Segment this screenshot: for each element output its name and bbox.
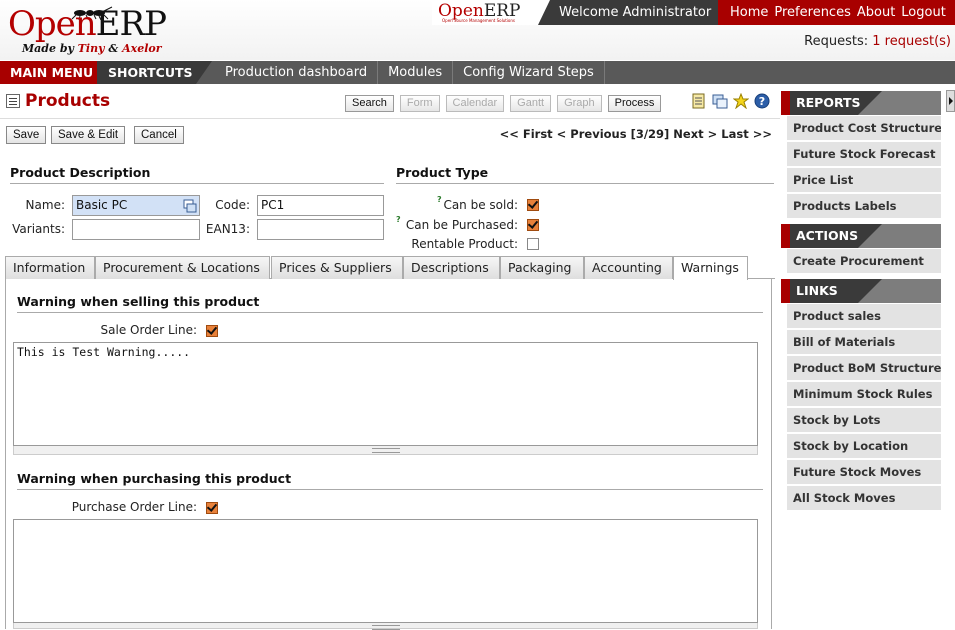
- section-purchasing-warning: Warning when purchasing this product: [17, 471, 763, 490]
- can-be-purchased-checkbox[interactable]: [527, 219, 539, 231]
- link-future-stock-moves[interactable]: Future Stock Moves: [781, 460, 941, 484]
- sidebar-toggle-icon[interactable]: [946, 90, 955, 112]
- new-window-icon[interactable]: [712, 93, 728, 109]
- main-content: Products Search Form Calendar Gantt Grap…: [0, 85, 780, 630]
- actions-header: ACTIONS: [781, 224, 941, 248]
- tab-prices-suppliers[interactable]: Prices & Suppliers: [271, 256, 403, 279]
- sale-order-line-checkbox[interactable]: [206, 325, 218, 337]
- can-be-sold-checkbox[interactable]: [527, 199, 539, 211]
- reports-header: REPORTS: [781, 91, 941, 115]
- record-pager[interactable]: << First < Previous [3/29] Next > Last >…: [500, 127, 772, 141]
- report-future-stock-forecast[interactable]: Future Stock Forecast: [781, 142, 941, 166]
- header: OpenERP Made by Tiny & Axelor OpenERP Op…: [0, 0, 955, 60]
- gantt-view-button[interactable]: Gantt: [510, 95, 552, 112]
- code-label: Code:: [215, 198, 250, 212]
- form-view-button[interactable]: Form: [399, 95, 440, 112]
- variants-field[interactable]: [72, 219, 200, 240]
- textarea-resize-handle[interactable]: [13, 623, 758, 630]
- tab-information[interactable]: Information: [5, 256, 95, 279]
- link-all-stock-moves[interactable]: All Stock Moves: [781, 486, 941, 510]
- ean13-label: EAN13:: [205, 222, 250, 236]
- logo-tagline: Made by Tiny & Axelor: [22, 42, 162, 55]
- about-link[interactable]: About: [857, 0, 895, 25]
- link-minimum-stock-rules[interactable]: Minimum Stock Rules: [781, 382, 941, 406]
- action-create-procurement[interactable]: Create Procurement: [781, 249, 941, 273]
- requests-link[interactable]: 1 request(s): [872, 34, 951, 49]
- link-stock-by-location[interactable]: Stock by Location: [781, 434, 941, 458]
- save-edit-button[interactable]: Save & Edit: [51, 126, 126, 144]
- report-product-cost-structure[interactable]: Product Cost Structure: [781, 116, 941, 140]
- tab-descriptions[interactable]: Descriptions: [403, 256, 500, 279]
- welcome-text: Welcome Administrator: [538, 0, 718, 25]
- menu-bar: MAIN MENU SHORTCUTS Production dashboard…: [0, 61, 955, 84]
- graph-view-button[interactable]: Graph: [557, 95, 602, 112]
- requests-indicator: Requests: 1 request(s): [804, 34, 951, 49]
- logo-wordmark: OpenERP: [8, 4, 167, 44]
- name-field[interactable]: Basic PC: [72, 195, 200, 216]
- tab-warnings[interactable]: Warnings: [673, 256, 748, 280]
- tab-procurement-locations[interactable]: Procurement & Locations: [95, 256, 270, 279]
- sale-order-line-label: Sale Order Line:: [100, 323, 197, 337]
- sidebar: REPORTS Product Cost Structure Future St…: [781, 85, 955, 629]
- section-selling-warning: Warning when selling this product: [17, 294, 763, 313]
- link-product-bom-structure[interactable]: Product BoM Structure: [781, 356, 941, 380]
- purchase-order-line-label: Purchase Order Line:: [71, 500, 197, 514]
- rentable-checkbox[interactable]: [527, 238, 539, 250]
- mini-logo: OpenERP Open Source Management Solutions: [432, 0, 550, 25]
- sale-warning-textarea[interactable]: This is Test Warning.....: [13, 342, 758, 446]
- cancel-button[interactable]: Cancel: [134, 126, 184, 144]
- can-be-purchased-label: Can be Purchased:: [405, 218, 518, 232]
- section-product-type: Product Type: [396, 165, 774, 184]
- logout-link[interactable]: Logout: [901, 0, 946, 25]
- action-bar: Save Save & Edit Cancel << First < Previ…: [0, 121, 780, 147]
- purchase-warning-textarea[interactable]: [13, 519, 758, 623]
- main-menu-button[interactable]: MAIN MENU: [0, 61, 97, 84]
- preferences-link[interactable]: Preferences: [774, 0, 850, 25]
- code-field[interactable]: PC1: [257, 195, 384, 216]
- can-be-sold-label: Can be sold:: [443, 198, 518, 212]
- page-title: Products: [25, 91, 111, 111]
- link-product-sales[interactable]: Product sales: [781, 304, 941, 328]
- tab-accounting[interactable]: Accounting: [584, 256, 673, 279]
- variants-label: Variants:: [12, 222, 65, 236]
- openerp-logo[interactable]: OpenERP Made by Tiny & Axelor: [8, 4, 198, 56]
- notebook-tabs: Information Procurement & Locations Pric…: [5, 256, 775, 280]
- purchase-order-line-checkbox[interactable]: [206, 502, 218, 514]
- name-label: Name:: [25, 198, 65, 212]
- tab-packaging[interactable]: Packaging: [500, 256, 584, 279]
- shortcut-config-wizard-steps[interactable]: Config Wizard Steps: [453, 61, 605, 84]
- search-view-button[interactable]: Search: [345, 95, 394, 112]
- title-bar: Products Search Form Calendar Gantt Grap…: [0, 85, 780, 119]
- section-product-description: Product Description: [10, 165, 384, 184]
- rentable-label: Rentable Product:: [411, 237, 518, 251]
- svg-text:?: ?: [759, 95, 765, 108]
- report-products-labels[interactable]: Products Labels: [781, 194, 941, 218]
- form-icon: [6, 94, 20, 108]
- list-view-icon[interactable]: [691, 93, 707, 109]
- shortcuts-button[interactable]: SHORTCUTS: [97, 61, 212, 84]
- header-links: Home Preferences About Logout: [718, 0, 955, 25]
- bug-report-icon[interactable]: [732, 92, 750, 110]
- calendar-view-button[interactable]: Calendar: [445, 95, 505, 112]
- help-icon[interactable]: ?: [754, 93, 770, 109]
- ean13-field[interactable]: [257, 219, 384, 240]
- process-view-button[interactable]: Process: [607, 95, 662, 112]
- link-bill-of-materials[interactable]: Bill of Materials: [781, 330, 941, 354]
- save-button[interactable]: Save: [6, 126, 47, 144]
- links-header: LINKS: [781, 279, 941, 303]
- link-stock-by-lots[interactable]: Stock by Lots: [781, 408, 941, 432]
- textarea-resize-handle[interactable]: [13, 446, 758, 455]
- shortcut-production-dashboard[interactable]: Production dashboard: [214, 61, 379, 84]
- shortcut-modules[interactable]: Modules: [378, 61, 454, 84]
- translate-icon[interactable]: [183, 199, 197, 213]
- home-link[interactable]: Home: [730, 0, 768, 25]
- report-price-list[interactable]: Price List: [781, 168, 941, 192]
